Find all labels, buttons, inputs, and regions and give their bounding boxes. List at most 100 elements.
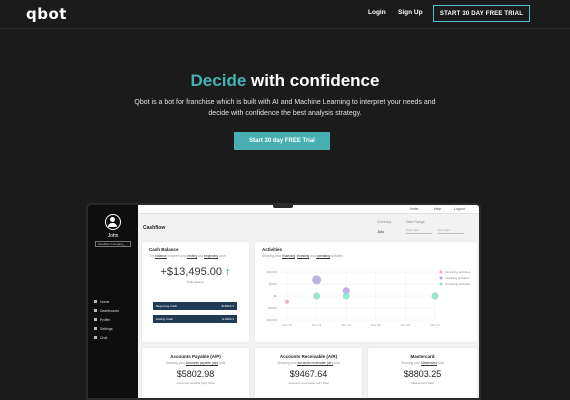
cash-balance-card: Cash Balance The balance between your en… <box>142 242 249 342</box>
beginning-cash-label: Beginning Cash <box>156 304 178 308</box>
x-tick-label: Nov 15 <box>371 323 381 327</box>
accounts-payable-card: Accounts Payable (A/P) Showing your Acco… <box>142 348 249 398</box>
x-tick-label: Nov 14 <box>341 323 351 327</box>
ending-cash-label: Ending Cash <box>156 317 174 321</box>
laptop-mockup: John Sandbox Company_... Home Dashboards… <box>86 203 481 400</box>
metric-subtitle: Showing your Accounts payable (a/p) tota… <box>142 361 249 366</box>
subtitle-keyword: Mastercard <box>421 361 438 366</box>
metric-value: $8803.25 <box>403 369 442 379</box>
help-button[interactable]: Help <box>434 207 441 211</box>
y-tick-label: -$5000 <box>268 306 278 310</box>
sidebar-item-label: Chat <box>100 335 108 340</box>
sidebar-item-label: Settings <box>100 326 113 331</box>
sidebar-item-label: Home <box>100 299 110 304</box>
end-date-input[interactable]: End date <box>438 228 464 234</box>
metric-title: Accounts Receivable (A/R) <box>279 354 338 359</box>
legend-swatch <box>439 270 443 274</box>
y-tick-label: -$10000 <box>266 318 277 322</box>
legend-swatch <box>439 276 443 280</box>
currency-value[interactable]: Jolo <box>377 229 384 234</box>
y-tick-label: $0 <box>274 294 278 298</box>
subtitle-keyword: balance <box>155 254 167 259</box>
app-topbar: Invite Help Logout <box>138 205 479 214</box>
subtitle-keyword: Accounts payable (a/p) <box>185 361 219 366</box>
laptop-notch <box>273 205 293 208</box>
y-tick-label: $5000 <box>269 282 278 286</box>
app-screen: Invite Help Logout Cashflow Currency Jol… <box>138 205 479 398</box>
activities-chart: $10000 $5000 $0 -$5000 -$10000 Nov 12 Nov 13 No… <box>266 270 471 327</box>
cash-balance-subtitle: The balance between your ending and begi… <box>149 254 244 259</box>
sidebar-item-dashboards[interactable]: Dashboards <box>94 306 119 315</box>
dashboard-icon <box>94 309 97 312</box>
app-sidebar: John Sandbox Company_... Home Dashboards… <box>88 205 138 398</box>
total-balance-caption: Total balance <box>186 280 205 284</box>
logout-button[interactable]: Logout <box>454 207 465 211</box>
sidebar-item-settings[interactable]: Settings <box>94 324 119 333</box>
metric-title: Accounts Payable (A/P) <box>170 354 221 359</box>
free-trial-hero-button[interactable]: Start 30 day FREE Trial <box>234 132 330 150</box>
total-balance-value: +$13,495.00 ↑ <box>142 266 249 278</box>
subtitle-text: total <box>332 361 340 365</box>
activities-card: Activities Showing your financing, inves… <box>255 242 477 342</box>
legend-label: Investing activities <box>445 276 470 280</box>
data-point <box>431 292 439 300</box>
sidebar-item-chat[interactable]: Chat <box>94 333 119 342</box>
signup-link[interactable]: Sign Up <box>398 9 423 16</box>
start-date-input[interactable]: Start date <box>406 228 432 234</box>
metric-caption: Accounts receivable (a/r) Total <box>288 381 329 385</box>
hero-title-accent: Decide <box>190 71 247 90</box>
subtitle-text: Showing your <box>165 361 186 365</box>
metric-value: $9467.64 <box>289 369 328 379</box>
sidebar-item-home[interactable]: Home <box>94 297 119 306</box>
home-icon <box>94 300 97 303</box>
metric-subtitle: Showing your Accounts receivable (a/r) t… <box>255 361 362 366</box>
cash-balance-title: Cash Balance <box>149 247 179 252</box>
user-name: John <box>107 233 119 239</box>
subtitle-keyword: ending <box>187 254 198 259</box>
subtitle-text: Showing your <box>277 361 298 365</box>
sidebar-menu: Home Dashboards Profile Settings Chat <box>94 297 119 342</box>
subtitle-text: Showing your <box>400 361 422 365</box>
x-tick-label: Nov 16 <box>401 323 411 327</box>
legend-label: Financing activities <box>445 270 471 274</box>
metric-title: Mastercard <box>410 354 435 359</box>
subtitle-text: total <box>218 361 226 365</box>
metric-caption: Accounts payable (a/p) Total <box>176 381 215 385</box>
x-tick-label: Nov 12 <box>282 323 292 327</box>
currency-label: Currency <box>377 220 392 224</box>
chat-icon <box>94 336 97 339</box>
balance-amount: +$13,495.00 <box>160 266 222 278</box>
login-link[interactable]: Login <box>368 9 386 16</box>
subtitle-keyword: Accounts receivable (a/r) <box>297 361 333 366</box>
date-range-label: Date Range <box>406 220 425 224</box>
free-trial-nav-button[interactable]: START 30 DAY FREE TRIAL <box>433 5 530 22</box>
hero-title-rest: with confidence <box>246 71 380 90</box>
data-point <box>313 292 321 300</box>
subtitle-keyword: beginning <box>204 254 218 259</box>
ending-cash-row: Ending Cash $-4966.3 <box>153 315 237 323</box>
top-nav: qbot Login Sign Up START 30 DAY FREE TRI… <box>0 0 570 29</box>
metric-value: $5802.98 <box>176 369 215 379</box>
data-point <box>285 299 289 304</box>
logo[interactable]: qbot <box>26 5 67 23</box>
page-title: Cashflow <box>143 225 166 231</box>
company-select[interactable]: Sandbox Company_... <box>95 241 131 247</box>
avatar-icon[interactable] <box>105 214 121 230</box>
legend-label: Operating activities <box>445 282 471 286</box>
data-point <box>342 292 350 300</box>
legend-swatch <box>439 282 443 286</box>
x-tick-label: Nov 13 <box>312 323 322 327</box>
data-point <box>312 275 322 285</box>
sidebar-item-profile[interactable]: Profile <box>94 315 119 324</box>
y-tick-label: $10000 <box>267 270 277 274</box>
profile-icon <box>94 318 97 321</box>
subtitle-text: cash <box>217 254 226 258</box>
subtitle-text: total <box>437 361 445 365</box>
ending-cash-value: $-4966.3 <box>222 317 234 321</box>
mastercard-card: Mastercard Showing your Mastercard total… <box>368 348 477 398</box>
sidebar-item-label: Profile <box>100 317 110 322</box>
invite-button[interactable]: Invite <box>410 207 418 211</box>
metric-subtitle: Showing your Mastercard total <box>368 361 477 366</box>
hero-subtitle: Qbot is a bot for franchise which is bui… <box>134 99 436 117</box>
arrow-up-icon: ↑ <box>224 266 231 278</box>
